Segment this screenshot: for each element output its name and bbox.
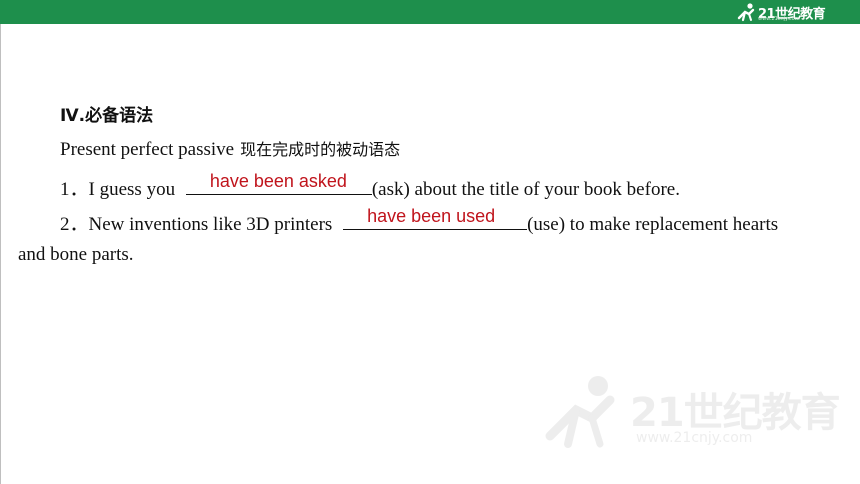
grammar-topic-cn: 现在完成时的被动语态	[240, 140, 401, 159]
question-1: 1．I guess you have been asked (ask) abou…	[60, 171, 680, 202]
runner-logo-icon	[737, 3, 755, 22]
top-banner: 21世纪教育 www.21cnjy.com	[0, 0, 860, 24]
question-1-before: I guess you	[88, 179, 176, 200]
question-2-blank: have been used	[343, 206, 528, 230]
grammar-topic: Present perfect passive 现在完成时的被动语态	[60, 138, 400, 162]
question-2-after: (use) to make replacement hearts	[527, 214, 779, 235]
site-logo: 21世纪教育 www.21cnjy.com	[736, 2, 826, 22]
question-2-continuation: and bone parts.	[18, 244, 134, 265]
question-2-before: New inventions like 3D printers	[88, 214, 333, 235]
watermark: 21世纪教育 www.21cnjy.com	[540, 370, 841, 460]
left-border	[0, 24, 1, 484]
grammar-topic-en: Present perfect passive	[60, 139, 235, 160]
question-2: 2．New inventions like 3D printers have b…	[60, 206, 779, 237]
question-1-answer: have been asked	[209, 171, 347, 191]
runner-watermark-icon	[545, 376, 615, 448]
watermark-url: www.21cnjy.com	[636, 430, 753, 446]
question-2-answer: have been used	[367, 206, 496, 226]
question-2-number: 2．	[60, 214, 89, 235]
question-1-after: (ask) about the title of your book befor…	[371, 179, 680, 200]
logo-url: www.21cnjy.com	[758, 16, 800, 22]
question-1-blank: have been asked	[185, 171, 372, 195]
question-1-number: 1．	[60, 179, 89, 200]
section-heading: Ⅳ.必备语法	[60, 106, 154, 126]
